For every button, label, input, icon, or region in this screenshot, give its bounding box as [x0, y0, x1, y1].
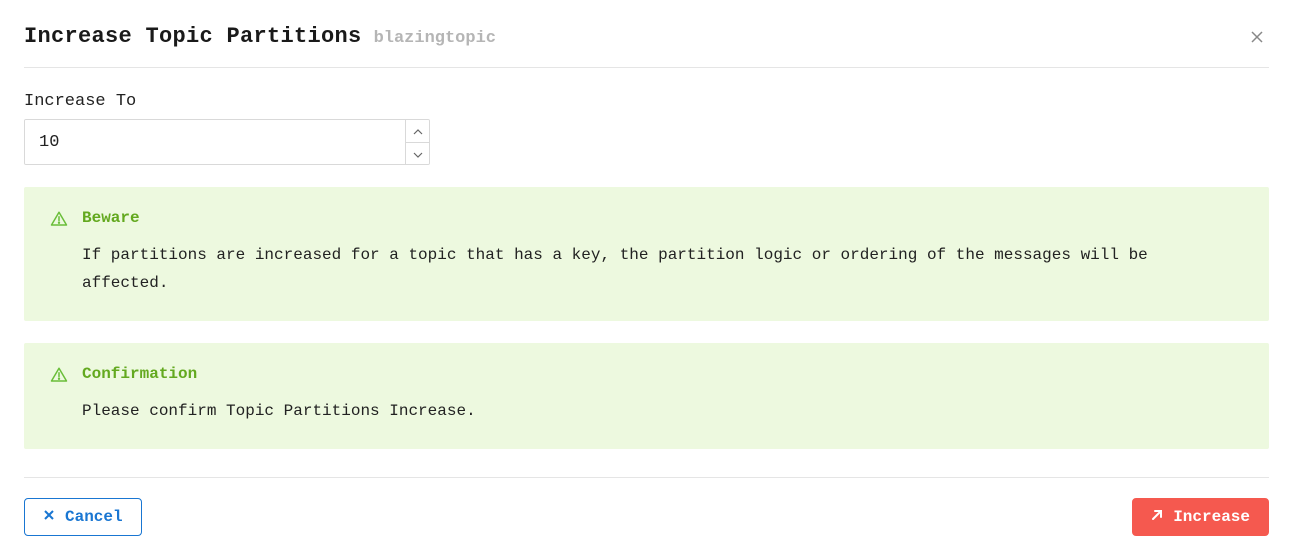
cancel-button[interactable]: Cancel: [24, 498, 142, 536]
alert-confirmation: Confirmation Please confirm Topic Partit…: [24, 343, 1269, 449]
close-button[interactable]: [1245, 25, 1269, 49]
modal-footer: Cancel Increase: [24, 477, 1269, 536]
increase-button[interactable]: Increase: [1132, 498, 1269, 536]
close-icon: [1249, 33, 1265, 48]
increase-to-stepper: [24, 119, 430, 165]
alert-title: Beware: [82, 209, 1243, 227]
step-up-button[interactable]: [406, 120, 429, 143]
chevron-down-icon: [413, 146, 423, 161]
chevron-up-icon: [413, 123, 423, 138]
cancel-label: Cancel: [65, 509, 123, 525]
modal-title: Increase Topic Partitions: [24, 24, 362, 49]
alert-body: Beware If partitions are increased for a…: [82, 209, 1243, 297]
warning-icon: [50, 210, 68, 297]
warning-icon: [50, 366, 68, 425]
increase-to-input[interactable]: [25, 120, 405, 164]
stepper-controls: [405, 120, 429, 164]
modal-header: Increase Topic Partitions blazingtopic: [24, 24, 1269, 68]
modal-body: Increase To Beware If: [24, 68, 1269, 449]
close-icon: [43, 509, 55, 525]
alert-message: If partitions are increased for a topic …: [82, 241, 1243, 297]
step-down-button[interactable]: [406, 143, 429, 165]
alert-beware: Beware If partitions are increased for a…: [24, 187, 1269, 321]
alert-message: Please confirm Topic Partitions Increase…: [82, 397, 1243, 425]
modal-subtitle: blazingtopic: [374, 29, 496, 48]
alert-body: Confirmation Please confirm Topic Partit…: [82, 365, 1243, 425]
increase-label: Increase: [1173, 509, 1250, 525]
title-row: Increase Topic Partitions blazingtopic: [24, 24, 496, 49]
increase-to-label: Increase To: [24, 92, 1269, 111]
alert-title: Confirmation: [82, 365, 1243, 383]
expand-arrow-icon: [1151, 509, 1163, 525]
